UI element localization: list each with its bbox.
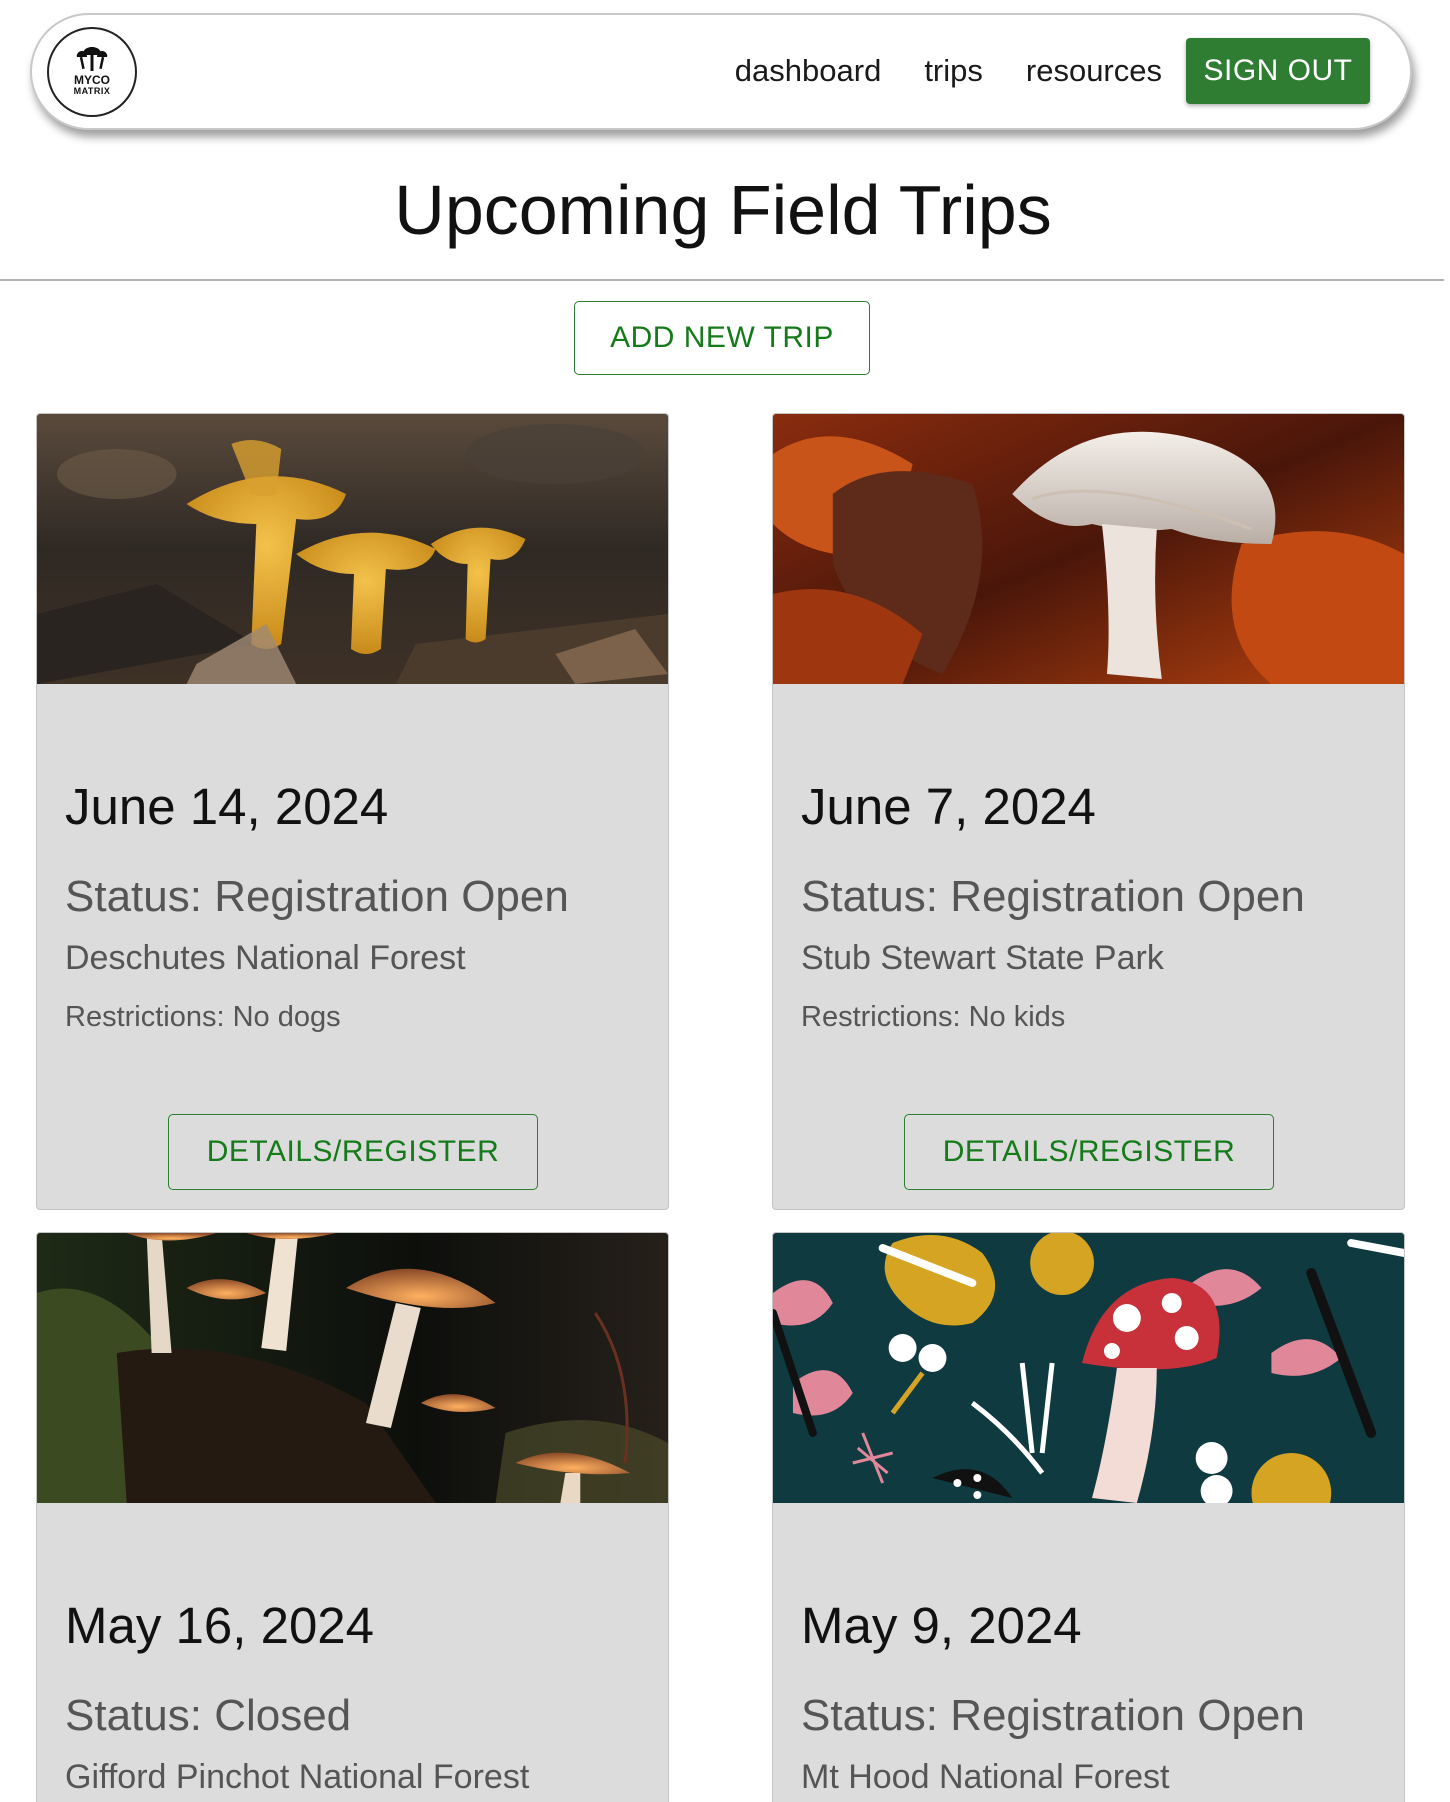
glowing-mushrooms-photo <box>37 1233 668 1503</box>
nav-link-trips[interactable]: trips <box>924 53 983 89</box>
trip-card-1: June 14, 2024 Status: Registration Open … <box>36 413 669 1210</box>
add-new-trip-button[interactable]: ADD NEW TRIP <box>574 301 870 375</box>
trip-status: Status: Closed <box>65 1691 352 1740</box>
logo-text-matrix: MATRIX <box>73 86 111 96</box>
trip-restrictions: Restrictions: No kids <box>801 1001 1066 1033</box>
title-divider <box>0 279 1444 281</box>
trip-date: May 16, 2024 <box>65 1597 375 1654</box>
trip-location: Mt Hood National Forest <box>801 1758 1170 1796</box>
details-register-button[interactable]: DETAILS/REGISTER <box>904 1114 1274 1190</box>
top-navbar: MYCO MATRIX dashboard trips resources SI… <box>30 13 1412 130</box>
trip-location: Stub Stewart State Park <box>801 939 1164 977</box>
golden-chanterelle-photo <box>37 414 668 684</box>
trip-location: Gifford Pinchot National Forest <box>65 1758 530 1796</box>
trip-status: Status: Registration Open <box>65 872 569 921</box>
page-title: Upcoming Field Trips <box>394 171 1052 249</box>
nav-links: dashboard trips resources SIGN OUT <box>692 38 1370 104</box>
trip-date: May 9, 2024 <box>801 1597 1082 1654</box>
mushroom-logo-icon <box>76 47 108 71</box>
details-register-button[interactable]: DETAILS/REGISTER <box>168 1114 538 1190</box>
nav-link-resources[interactable]: resources <box>1026 53 1162 89</box>
illustrated-amanita-pattern <box>773 1233 1404 1503</box>
trip-card-2: June 7, 2024 Status: Registration Open S… <box>772 413 1405 1210</box>
sign-out-button[interactable]: SIGN OUT <box>1186 38 1370 104</box>
trip-status: Status: Registration Open <box>801 1691 1305 1740</box>
trip-card-3: May 16, 2024 Status: Closed Gifford Pinc… <box>36 1232 669 1802</box>
trip-date: June 14, 2024 <box>65 778 389 835</box>
trip-location: Deschutes National Forest <box>65 939 466 977</box>
nav-link-dashboard[interactable]: dashboard <box>735 53 882 89</box>
white-oyster-mushroom-photo <box>773 414 1404 684</box>
logo-text-myco: MYCO <box>74 73 110 87</box>
trip-restrictions: Restrictions: No dogs <box>65 1001 341 1033</box>
trip-date: June 7, 2024 <box>801 778 1096 835</box>
trip-card-4: May 9, 2024 Status: Registration Open Mt… <box>772 1232 1405 1802</box>
trip-status: Status: Registration Open <box>801 872 1305 921</box>
myco-matrix-logo[interactable]: MYCO MATRIX <box>47 27 137 117</box>
